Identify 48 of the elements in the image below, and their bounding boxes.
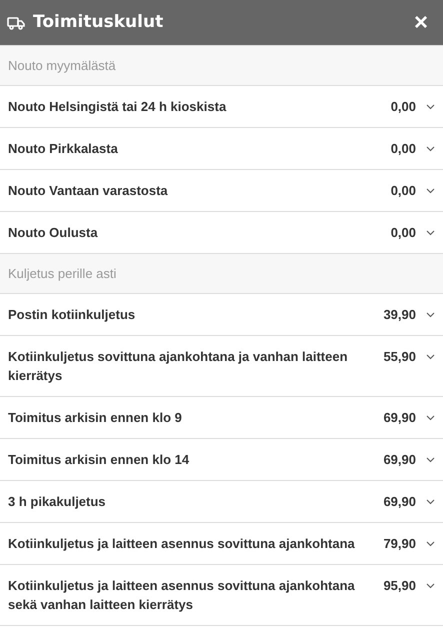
chevron-icon[interactable]: [426, 188, 435, 194]
option-name: Toimitus arkisin ennen klo 14: [8, 451, 190, 469]
shipping-option[interactable]: 3 h pikakuljetus 69,90: [0, 481, 443, 523]
shipping-option[interactable]: Kotiinkuljetus ja laitteen asennus sovittuna ajankohtana 79,90: [0, 523, 443, 565]
shipping-option[interactable]: Kotiinkuljetus ja laitteen asennus sovittuna ajankohtana sekä vanhan laitteen kierrätys 95,90: [0, 565, 443, 626]
dialog-title: Toimituskulut: [33, 10, 164, 34]
shipping-option[interactable]: Toimitus arkisin ennen klo 9 69,90: [0, 397, 443, 439]
option-name: Nouto Oulusta: [8, 224, 99, 242]
chevron-icon[interactable]: [426, 104, 435, 110]
option-name: Kotiinkuljetus ja laitteen asennus sovittuna ajankohtana sekä vanhan laitteen kierrätys: [8, 577, 356, 614]
chevron-icon[interactable]: [426, 146, 435, 152]
chevron-icon[interactable]: [426, 457, 435, 463]
option-name: Postin kotiinkuljetus: [8, 306, 136, 324]
option-name: Kotiinkuljetus ja laitteen asennus sovittuna ajankohtana: [8, 535, 356, 553]
section-title: Kuljetus perille asti: [8, 264, 116, 283]
shipping-option[interactable]: Nouto Pirkkalasta 0,00: [0, 128, 443, 170]
option-name: Nouto Pirkkalasta: [8, 140, 119, 158]
option-price: 0,00: [390, 224, 416, 242]
option-price: 0,00: [390, 98, 416, 116]
chevron-icon[interactable]: [426, 583, 435, 589]
option-name: Kotiinkuljetus sovittuna ajankohtana ja vanhan laitteen kierrätys: [8, 348, 349, 385]
option-price: 0,00: [390, 140, 416, 158]
shipping-option[interactable]: Toimitus arkisin ennen klo 14 69,90: [0, 439, 443, 481]
option-name: 3 h pikakuljetus: [8, 493, 107, 511]
option-name: Nouto Helsingistä tai 24 h kioskista: [8, 98, 228, 116]
chevron-icon[interactable]: [426, 541, 435, 547]
truck-icon: [7, 16, 25, 30]
option-price: 95,90: [383, 577, 416, 595]
option-name: Nouto Vantaan varastosta: [8, 182, 169, 200]
option-price: 79,90: [383, 535, 416, 553]
chevron-icon[interactable]: [426, 230, 435, 236]
shipping-option[interactable]: Nouto Helsingistä tai 24 h kioskista 0,00: [0, 86, 443, 128]
option-price: 69,90: [383, 451, 416, 469]
close-button[interactable]: ×: [406, 10, 436, 34]
chevron-icon[interactable]: [426, 415, 435, 421]
option-price: 0,00: [390, 182, 416, 200]
chevron-icon[interactable]: [426, 499, 435, 505]
shipping-option[interactable]: Postin kotiinkuljetus 39,90: [0, 294, 443, 336]
chevron-icon[interactable]: [426, 312, 435, 318]
option-price: 55,90: [383, 348, 416, 366]
option-price: 39,90: [383, 306, 416, 324]
section-title: Nouto myymälästä: [8, 56, 116, 75]
chevron-icon[interactable]: [426, 354, 435, 360]
shipping-option[interactable]: Kotiinkuljetus sovittuna ajankohtana ja vanhan laitteen kierrätys 55,90: [0, 336, 443, 397]
shipping-option[interactable]: Nouto Vantaan varastosta 0,00: [0, 170, 443, 212]
option-price: 69,90: [383, 409, 416, 427]
option-price: 69,90: [383, 493, 416, 511]
option-name: Toimitus arkisin ennen klo 9: [8, 409, 183, 427]
